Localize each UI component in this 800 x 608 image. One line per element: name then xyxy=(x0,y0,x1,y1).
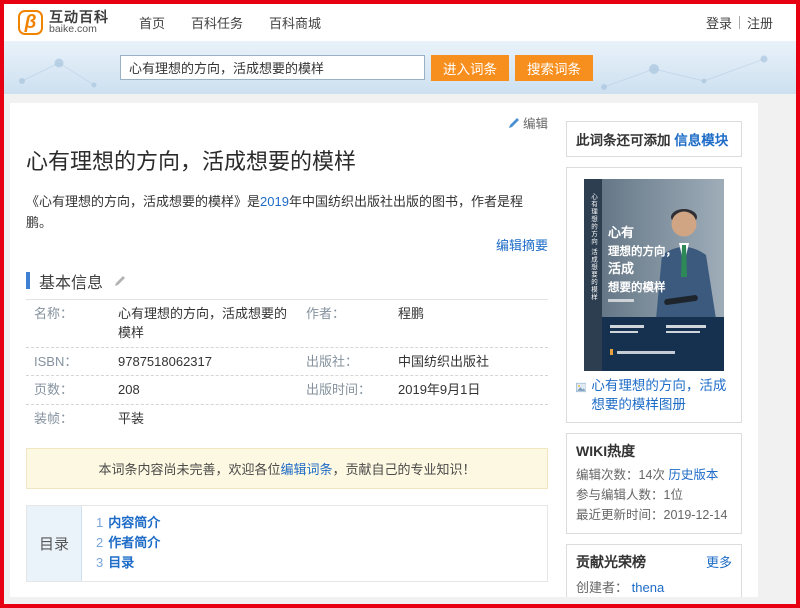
entry-summary: 《心有理想的方向，活成想要的模样》是2019年中国纺织出版社出版的图书，作者是程… xyxy=(26,191,548,234)
basic-info-title: 基本信息 xyxy=(39,269,103,293)
top-nav: 首页 百科任务 百科商城 xyxy=(139,13,321,32)
toc-item-2[interactable]: 2 作者简介 xyxy=(96,533,533,553)
nav-item-shop[interactable]: 百科商城 xyxy=(269,13,321,32)
table-row: ISBN： 9787518062317 出版社： 中国纺织出版社 xyxy=(26,348,548,377)
image-icon xyxy=(576,380,586,395)
logo-icon: β xyxy=(18,10,43,35)
toc-link: 目录 xyxy=(108,555,134,570)
edit-entry-label: 编辑 xyxy=(523,113,548,132)
notice-text-before: 本词条内容尚未完善，欢迎各位 xyxy=(98,462,280,477)
info-value: 2019年9月1日 xyxy=(398,381,548,400)
basic-info-header: 基本信息 xyxy=(26,269,548,299)
info-label: 作者： xyxy=(306,305,398,343)
info-value: 心有理想的方向，活成想要的模样 xyxy=(118,305,306,343)
add-module-box: 此词条还可添加 信息模块 xyxy=(566,121,742,157)
logo-name: 互动百科 xyxy=(49,10,109,25)
book-cover-image[interactable]: 心有理想的方向 活成想要的模样 心有 理想的方向， 活成 想要的模样 xyxy=(584,179,724,371)
search-input[interactable] xyxy=(120,55,425,80)
info-label: 名称： xyxy=(34,305,118,343)
cover-title-line3: 活成 xyxy=(608,261,634,276)
summary-text-prefix: 《心有理想的方向，活成想要的模样》是 xyxy=(26,194,260,209)
edit-summary-link[interactable]: 编辑摘要 xyxy=(496,238,548,253)
history-versions-link[interactable]: 历史版本 xyxy=(668,468,718,482)
honor-roll-box: 贡献光荣榜 更多 创建者： thena thena 大学生 xyxy=(566,544,742,597)
creator-line: 创建者： thena xyxy=(576,577,732,596)
login-link[interactable]: 登录 xyxy=(699,13,739,32)
basic-info-table: 名称： 心有理想的方向，活成想要的模样 作者： 程鹏 ISBN： 9787518… xyxy=(26,299,548,433)
section-accent-bar xyxy=(26,272,30,289)
more-link[interactable]: 更多 xyxy=(706,552,732,571)
creator-link[interactable]: thena xyxy=(632,580,665,595)
edit-count-text: 编辑次数：14次 xyxy=(576,468,665,482)
gallery-link[interactable]: 心有理想的方向，活成想要的模样图册 xyxy=(576,377,732,415)
add-module-text: 此词条还可添加 xyxy=(576,133,671,148)
search-bar-strip: 进入词条 搜索词条 xyxy=(4,41,796,94)
table-of-contents: 目录 1 内容简介 2 作者简介 3 目录 xyxy=(26,505,548,581)
book-cover-box: 心有理想的方向 活成想要的模样 心有 理想的方向， 活成 想要的模样 xyxy=(566,167,742,423)
nav-item-home[interactable]: 首页 xyxy=(139,13,165,32)
toc-label: 目录 xyxy=(27,506,81,580)
register-link[interactable]: 注册 xyxy=(740,13,780,32)
gallery-link-label: 心有理想的方向，活成想要的模样图册 xyxy=(591,377,732,415)
summary-year-link[interactable]: 2019 xyxy=(260,194,289,209)
last-updated-line: 最近更新时间：2019-12-14 xyxy=(576,505,732,525)
logo-domain: baike.com xyxy=(49,24,109,35)
auth-links: 登录 注册 xyxy=(699,13,780,32)
info-value: 程鹏 xyxy=(398,305,548,343)
info-label: 出版时间： xyxy=(306,381,398,400)
toc-item-1[interactable]: 1 内容简介 xyxy=(96,513,533,533)
toc-num: 1 xyxy=(96,515,103,530)
info-label: ISBN： xyxy=(34,353,118,372)
cover-title-line1: 心有 xyxy=(608,225,634,240)
info-value: 中国纺织出版社 xyxy=(398,353,548,372)
table-row: 名称： 心有理想的方向，活成想要的模样 作者： 程鹏 xyxy=(26,300,548,348)
edit-count-line: 编辑次数：14次 历史版本 xyxy=(576,465,732,485)
site-logo[interactable]: β 互动百科 baike.com xyxy=(18,10,109,36)
toc-num: 3 xyxy=(96,555,103,570)
search-entry-button[interactable]: 搜索词条 xyxy=(515,55,593,81)
info-label: 出版社： xyxy=(306,353,398,372)
honor-roll-heading: 贡献光荣榜 xyxy=(576,552,646,572)
toc-link: 作者简介 xyxy=(108,535,160,550)
creator-label: 创建者： xyxy=(576,580,628,595)
editors-count-line: 参与编辑人数：1位 xyxy=(576,485,732,505)
toc-link: 内容简介 xyxy=(108,515,160,530)
nav-item-tasks[interactable]: 百科任务 xyxy=(191,13,243,32)
pencil-icon xyxy=(508,117,520,129)
incomplete-entry-notice: 本词条内容尚未完善，欢迎各位编辑词条，贡献自己的专业知识！ xyxy=(26,448,548,489)
sidebar: 此词条还可添加 信息模块 心有理想的方向 活成想要的模样 xyxy=(566,103,758,597)
info-value: 208 xyxy=(118,381,306,400)
table-row: 页数： 208 出版时间： 2019年9月1日 xyxy=(26,376,548,405)
notice-text-after: ，贡献自己的专业知识！ xyxy=(333,462,476,477)
toc-item-3[interactable]: 3 目录 xyxy=(96,553,533,573)
info-value: 9787518062317 xyxy=(118,353,306,372)
top-header: β 互动百科 baike.com 首页 百科任务 百科商城 登录 注册 xyxy=(4,4,796,41)
page-title: 心有理想的方向，活成想要的模样 xyxy=(26,144,548,176)
article-column: 编辑 心有理想的方向，活成想要的模样 《心有理想的方向，活成想要的模样》是201… xyxy=(10,103,566,597)
main-panel: 编辑 心有理想的方向，活成想要的模样 《心有理想的方向，活成想要的模样》是201… xyxy=(10,103,758,597)
info-label: 装帧： xyxy=(34,410,118,429)
wiki-heat-heading: WIKI热度 xyxy=(576,441,732,461)
cover-title-line2: 理想的方向， xyxy=(608,244,677,258)
cover-title-line4: 想要的模样 xyxy=(607,280,666,294)
edit-basic-info-icon[interactable] xyxy=(114,275,126,287)
table-row: 装帧： 平装 xyxy=(26,405,548,433)
edit-entry-notice-link[interactable]: 编辑词条 xyxy=(280,462,332,477)
wiki-heat-box: WIKI热度 编辑次数：14次 历史版本 参与编辑人数：1位 最近更新时间：20… xyxy=(566,433,742,534)
info-module-link[interactable]: 信息模块 xyxy=(674,133,728,148)
edit-entry-link[interactable]: 编辑 xyxy=(508,113,548,132)
toc-num: 2 xyxy=(96,535,103,550)
enter-entry-button[interactable]: 进入词条 xyxy=(431,55,509,81)
info-label: 页数： xyxy=(34,381,118,400)
info-value: 平装 xyxy=(118,410,306,429)
